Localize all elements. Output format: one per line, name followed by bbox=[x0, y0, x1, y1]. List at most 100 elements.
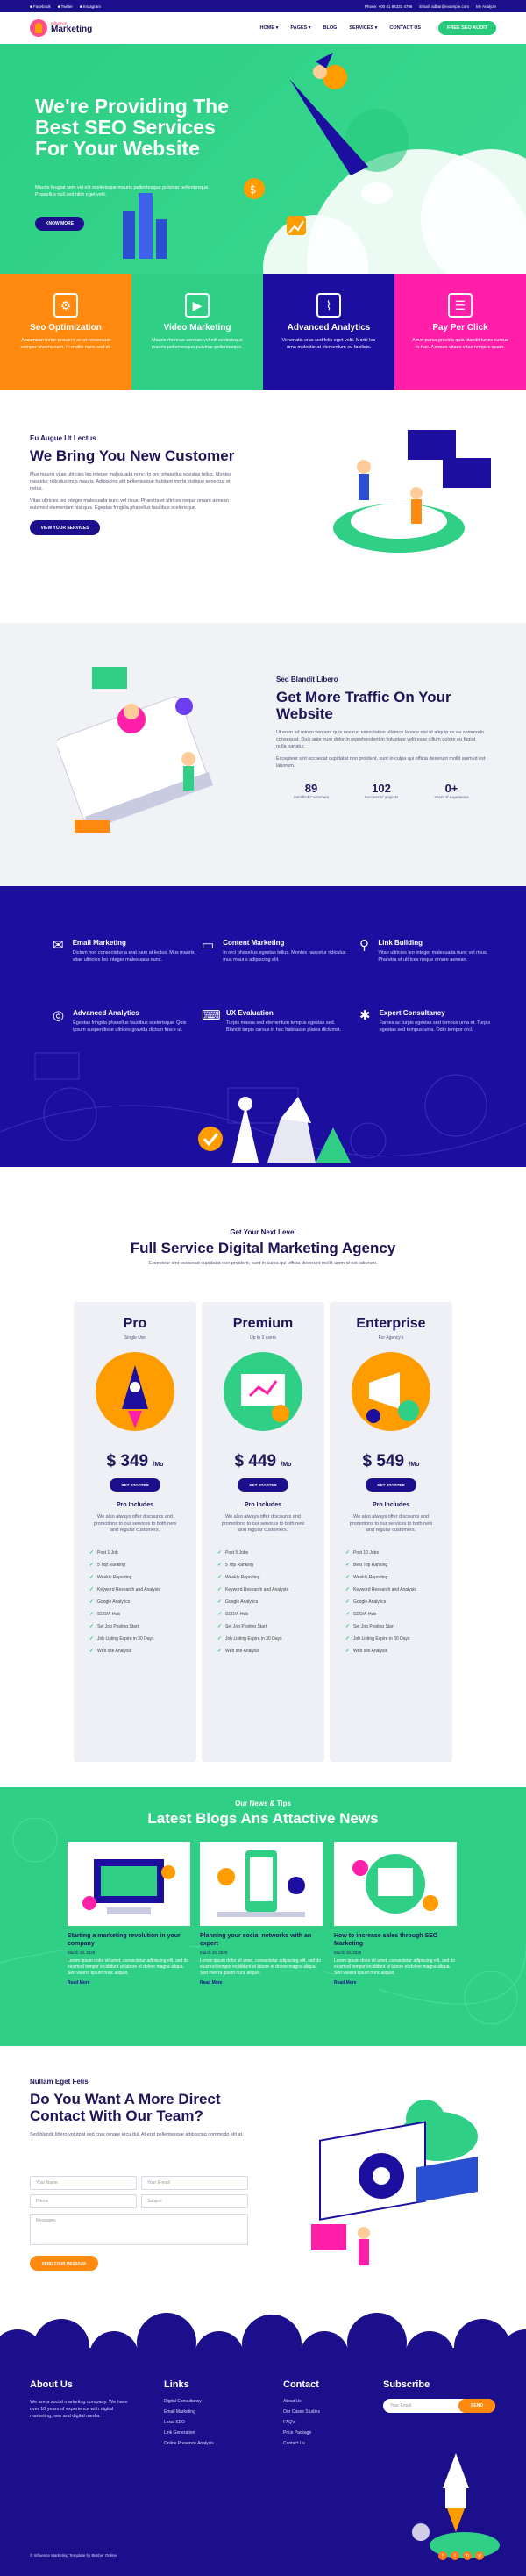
footer-link[interactable]: Online Presence Analysis bbox=[164, 2441, 214, 2446]
plan-feature: SEO/A-Hub bbox=[217, 1608, 324, 1621]
know-more-button[interactable]: KNOW MORE bbox=[35, 217, 84, 231]
email-field[interactable]: Your E-mail bbox=[141, 2176, 248, 2190]
plan-feature: Google Analytics bbox=[345, 1596, 452, 1608]
site-logo[interactable]: Influence Marketing bbox=[30, 19, 92, 37]
youtube-icon[interactable]: yt bbox=[475, 2551, 484, 2560]
service-ux[interactable]: ⌨ UX Evaluation Turpis massa sed elementu… bbox=[202, 1009, 346, 1034]
nav-home[interactable]: HOME ▾ bbox=[260, 25, 279, 31]
twitter-icon[interactable]: t bbox=[451, 2551, 459, 2560]
stat-projects: 102 Successful projects bbox=[346, 782, 416, 799]
plan-pro: Pro Single Use $ 349 /Mo GET STARTED Pro… bbox=[74, 1302, 196, 1762]
facebook-icon[interactable]: f bbox=[438, 2551, 447, 2560]
plan-feature: Job Listing Expire in 30 Days bbox=[89, 1633, 196, 1645]
blog-title[interactable]: Planning your social networks with an ex… bbox=[200, 1933, 323, 1948]
footer-link[interactable]: Our Cases Studies bbox=[283, 2409, 320, 2415]
footer-link[interactable]: About Us bbox=[283, 2399, 320, 2404]
nav-pages[interactable]: PAGES ▾ bbox=[290, 25, 310, 31]
stat-label: Years of experience bbox=[434, 795, 469, 799]
twitter-link[interactable]: ■ Twitter bbox=[58, 4, 73, 9]
footer-link[interactable]: Contact Us bbox=[283, 2441, 320, 2446]
linkedin-icon[interactable]: in bbox=[463, 2551, 472, 2560]
plan-feature: Set Job Posting Start bbox=[89, 1621, 196, 1633]
traffic-illustration bbox=[57, 667, 214, 833]
seo-audit-button[interactable]: FREE SEO AUDIT bbox=[438, 21, 496, 35]
plan-currency: $ bbox=[362, 1452, 373, 1470]
main-nav: HOME ▾ PAGES ▾ BLOG SERVICES ▾ CONTACT U… bbox=[260, 21, 496, 35]
subscribe-email-input[interactable]: Your Email bbox=[383, 2403, 458, 2408]
seo-icon: ⚙ bbox=[53, 293, 78, 318]
footer-link[interactable]: Digital Consultancy bbox=[164, 2399, 214, 2404]
blog-excerpt: Lorem ipsum dolor sit amet, consectetur … bbox=[200, 1958, 322, 1976]
plan-feature: Web site Analysis bbox=[89, 1645, 196, 1657]
service-text: Turpis massa sed elementum tempus egesta… bbox=[226, 1020, 341, 1033]
read-more-link[interactable]: Read More bbox=[334, 1980, 457, 1986]
plan-feature: Keyword Research and Analysis bbox=[217, 1584, 324, 1596]
plan-feature: Google Analytics bbox=[89, 1596, 196, 1608]
footer-link[interactable]: Local SEO bbox=[164, 2420, 214, 2425]
footer-link[interactable]: Price Package bbox=[283, 2430, 320, 2436]
service-title: Link Building bbox=[378, 939, 423, 947]
blog-image bbox=[200, 1842, 323, 1926]
plan-per: Up to 3 users bbox=[250, 1335, 276, 1341]
stat-value: 89 bbox=[304, 782, 318, 795]
traffic-eyebrow: Sed Blandit Libero bbox=[276, 676, 338, 683]
about-illustration bbox=[333, 430, 491, 553]
blog-excerpt: Lorem ipsum dolor sit amet, consectetur … bbox=[334, 1958, 456, 1976]
about-paragraph-2: Vitae ultricies leo integer malesuada nu… bbox=[30, 498, 229, 511]
service-email[interactable]: ✉ Email Marketing Dictum non consectetur … bbox=[53, 939, 197, 963]
stat-years: 0+ Years of experience bbox=[416, 782, 487, 799]
message-field[interactable]: Messages bbox=[30, 2214, 248, 2245]
facebook-link[interactable]: ■ Facebook bbox=[30, 4, 51, 9]
blog-card[interactable]: Starting a marketing revolution in your … bbox=[68, 1842, 190, 1989]
service-title: Advanced Analytics bbox=[73, 1009, 139, 1017]
nav-contact[interactable]: CONTACT US bbox=[389, 25, 421, 31]
blog-card[interactable]: How to increase sales through SEO Market… bbox=[334, 1842, 457, 1989]
instagram-link[interactable]: ■ Instagram bbox=[80, 4, 101, 9]
subscribe-button[interactable]: SEND bbox=[458, 2399, 495, 2413]
blog-title[interactable]: How to increase sales through SEO Market… bbox=[334, 1933, 457, 1948]
subject-field[interactable]: Subject bbox=[141, 2194, 248, 2208]
footer-link[interactable]: Email Marketing bbox=[164, 2409, 214, 2415]
plan-feature: Set Job Posting Start bbox=[345, 1621, 452, 1633]
plan-feature: Web site Analysis bbox=[345, 1645, 452, 1657]
service-content[interactable]: ▭ Content Marketing In orci phasellus ege… bbox=[202, 939, 346, 963]
plan-feature: Post 1 Job bbox=[89, 1547, 196, 1559]
name-field[interactable]: Your Name bbox=[30, 2176, 137, 2190]
blog-title[interactable]: Starting a marketing revolution in your … bbox=[68, 1933, 190, 1948]
read-more-link[interactable]: Read More bbox=[68, 1980, 190, 1986]
service-text: Dictum non consectetur a erat nam at lec… bbox=[72, 950, 195, 962]
read-more-link[interactable]: Read More bbox=[200, 1980, 323, 1986]
feature-text: Mauris rhoncus aenean vel elit scelerisq… bbox=[151, 338, 244, 350]
get-started-button[interactable]: GET STARTED bbox=[110, 1478, 160, 1492]
about-eyebrow: Eu Augue Ut Lectus bbox=[30, 434, 96, 442]
site-header: Influence Marketing HOME ▾ PAGES ▾ BLOG … bbox=[0, 12, 526, 44]
traffic-paragraph-1: Ut enim ad minim veniam, quis nostrud ex… bbox=[276, 730, 484, 749]
footer-about: About Us We are a social marketing compa… bbox=[30, 2379, 135, 2420]
footer-link[interactable]: Link Generation bbox=[164, 2430, 214, 2436]
view-services-button[interactable]: VIEW YOUR SERVICES bbox=[30, 520, 100, 535]
feature-analytics[interactable]: ⌇ Advanced Analytics Venenatis cras sed … bbox=[263, 274, 394, 390]
nav-services[interactable]: SERVICES ▾ bbox=[349, 25, 377, 31]
account-link[interactable]: My Analyze bbox=[476, 4, 496, 9]
phone-field[interactable]: Phone bbox=[30, 2194, 137, 2208]
stat-customers: 89 Satisfied Customers bbox=[276, 782, 346, 799]
nav-blog[interactable]: BLOG bbox=[323, 25, 337, 31]
get-started-button[interactable]: GET STARTED bbox=[366, 1478, 416, 1492]
blog-image bbox=[68, 1842, 190, 1926]
blog-card[interactable]: Planning your social networks with an ex… bbox=[200, 1842, 323, 1989]
service-link[interactable]: ⚲ Link Building Vitae ultricies leo integ… bbox=[359, 939, 504, 963]
service-analytics[interactable]: ◎ Advanced Analytics Egestas fringilla ph… bbox=[53, 1009, 197, 1034]
feature-seo[interactable]: ⚙ Seo Optimization Accumsan tortor posue… bbox=[0, 274, 132, 390]
feature-video[interactable]: ▶ Video Marketing Mauris rhoncus aenean … bbox=[132, 274, 263, 390]
hero-section: $ We're Providing The Best SEO Services … bbox=[0, 44, 526, 274]
get-started-button[interactable]: GET STARTED bbox=[238, 1478, 288, 1492]
plan-illustration bbox=[352, 1352, 430, 1431]
feature-ppc[interactable]: ☰ Pay Per Click Amet purus gravida quis … bbox=[394, 274, 526, 390]
service-consult[interactable]: ✱ Expert Consultancy Fames ac turpis eges… bbox=[359, 1009, 504, 1034]
feature-text: Accumsan tortor posuere ac ut consequat … bbox=[20, 338, 111, 350]
service-text: Fames ac turpis egestas sed tempus urna … bbox=[379, 1020, 491, 1033]
email-text[interactable]: Email: adbar@example.com bbox=[419, 4, 469, 9]
footer-link[interactable]: FAQ's bbox=[283, 2420, 320, 2425]
send-message-button[interactable]: SEND YOUR MESSAGE bbox=[30, 2256, 98, 2271]
footer-links: Links Digital Consultancy Email Marketin… bbox=[164, 2379, 214, 2451]
